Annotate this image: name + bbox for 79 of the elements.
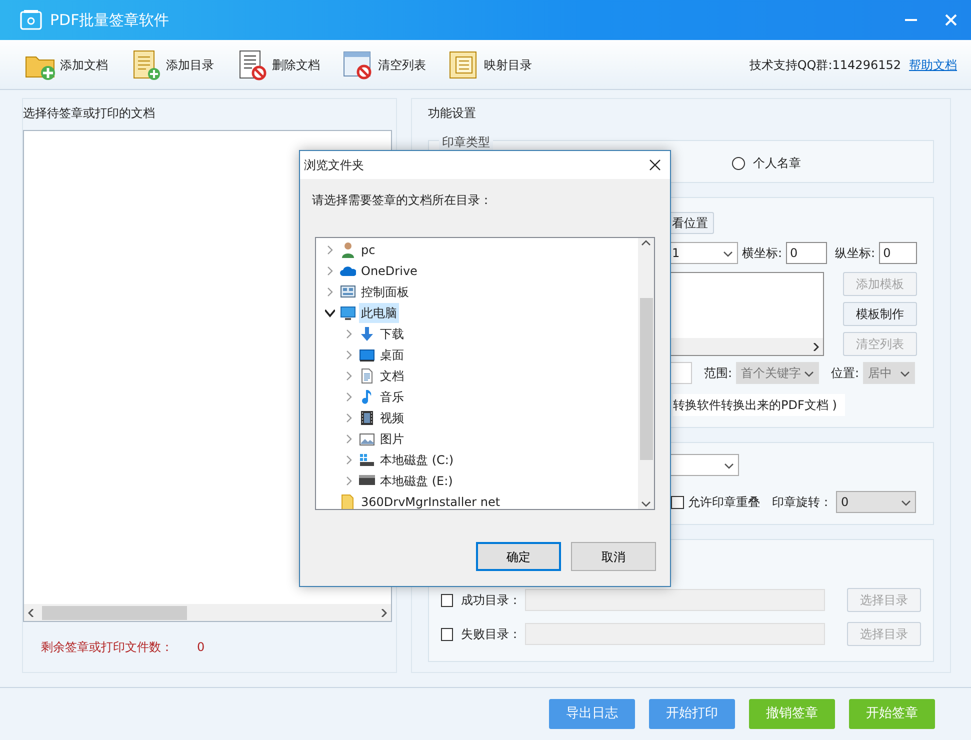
position-label: 位置:: [831, 365, 860, 382]
download-arrow-icon: [359, 326, 375, 342]
toolbar-button[interactable]: 清空列表: [342, 48, 426, 80]
chevron-right-icon[interactable]: [344, 370, 354, 380]
coordinate-label: 横坐标:: [742, 245, 782, 262]
chevron-down-icon[interactable]: [325, 308, 335, 318]
help-link[interactable]: 帮助文档: [909, 56, 957, 74]
folder-path-field[interactable]: [525, 589, 825, 611]
dialog-title: 浏览文件夹: [304, 157, 364, 174]
note-text: 转换软件转换出来的PDF文档 ): [673, 394, 845, 416]
app-logo-icon: [20, 9, 42, 31]
radio-option[interactable]: 个人名章: [732, 154, 801, 172]
chevron-right-icon[interactable]: [325, 266, 335, 276]
rotation-label: 印章旋转：: [772, 494, 832, 511]
control-panel-icon: [340, 284, 356, 300]
tree-item[interactable]: OneDrive: [359, 260, 420, 280]
remaining-label: 剩余签章或打印文件数：: [41, 639, 173, 656]
tree-item[interactable]: pc: [359, 240, 378, 260]
toolbar-button[interactable]: 添加文档: [24, 48, 108, 80]
checkbox-option[interactable]: 允许印章重叠: [671, 493, 760, 511]
tree-item[interactable]: 音乐: [378, 386, 406, 406]
dialog-button[interactable]: 取消: [571, 542, 656, 571]
rotation-select[interactable]: 0: [836, 491, 916, 513]
tree-item[interactable]: 文档: [378, 366, 406, 386]
template-button[interactable]: 模板制作: [843, 302, 917, 326]
document-icon: [359, 368, 375, 384]
range-label: 范围:: [704, 365, 732, 382]
chevron-right-icon[interactable]: [344, 434, 354, 444]
folder-icon: [340, 494, 356, 509]
section-heading: 功能设置: [428, 105, 477, 122]
chevron-right-icon[interactable]: [344, 454, 354, 464]
vertical-scrollbar[interactable]: [638, 238, 654, 509]
tree-item[interactable]: 此电脑: [359, 302, 399, 322]
scroll-left-icon: [28, 608, 34, 616]
toolbar-button[interactable]: 添加目录: [130, 48, 214, 80]
chevron-right-icon[interactable]: [344, 328, 354, 338]
coordinate-field[interactable]: 0: [879, 242, 918, 264]
scroll-right-icon: [813, 342, 819, 350]
drive-icon: [359, 452, 375, 468]
chevron-right-icon[interactable]: [344, 392, 354, 402]
scroll-down-icon: [641, 499, 651, 509]
chevron-right-icon[interactable]: [325, 244, 335, 254]
horizontal-scrollbar[interactable]: [24, 604, 391, 621]
support-text: 技术支持QQ群:114296152: [749, 56, 901, 74]
window-delete-icon: [342, 48, 374, 80]
chevron-right-icon[interactable]: [325, 286, 335, 296]
tree-item[interactable]: 控制面板: [359, 282, 411, 302]
tree-item[interactable]: 桌面: [378, 344, 406, 364]
coordinate-field[interactable]: 0: [786, 242, 828, 264]
scroll-up-icon: [641, 238, 651, 248]
chevron-right-icon[interactable]: [344, 412, 354, 422]
dialog-button[interactable]: 确定: [476, 542, 561, 571]
window-title: PDF批量签章软件: [50, 10, 170, 31]
tree-item[interactable]: 本地磁盘 (E:): [378, 470, 455, 490]
film-icon: [359, 410, 375, 426]
section-heading: 选择待签章或打印的文档: [23, 105, 156, 122]
close-icon: [649, 159, 661, 171]
user-icon: [340, 242, 356, 258]
folder-path-field[interactable]: [525, 623, 825, 645]
tree-item[interactable]: 视频: [378, 408, 406, 428]
chevron-right-icon[interactable]: [344, 350, 354, 360]
tree-item[interactable]: 360DrvMgrInstaller net: [359, 492, 502, 509]
chevron-right-icon[interactable]: [344, 476, 354, 486]
checkbox-option[interactable]: 成功目录：: [441, 591, 521, 609]
close-icon: [945, 14, 957, 26]
toolbar-button[interactable]: 删除文档: [236, 48, 320, 80]
group-legend: 印章类型: [439, 133, 493, 151]
desktop-icon: [359, 346, 375, 362]
tree-item[interactable]: 图片: [378, 428, 406, 448]
tree-item[interactable]: 下载: [378, 324, 406, 344]
monitor-icon: [340, 304, 356, 320]
checkbox-option[interactable]: 失败目录：: [441, 625, 521, 643]
dialog-prompt: 请选择需要签章的文档所在目录：: [311, 192, 493, 209]
image-icon: [359, 430, 375, 446]
tree-item[interactable]: 本地磁盘 (C:): [378, 450, 456, 470]
coordinate-label: 纵坐标:: [835, 245, 876, 262]
toolbar-button[interactable]: 映射目录: [448, 48, 532, 80]
remaining-count: 0: [197, 639, 205, 656]
scroll-right-icon: [381, 608, 387, 616]
